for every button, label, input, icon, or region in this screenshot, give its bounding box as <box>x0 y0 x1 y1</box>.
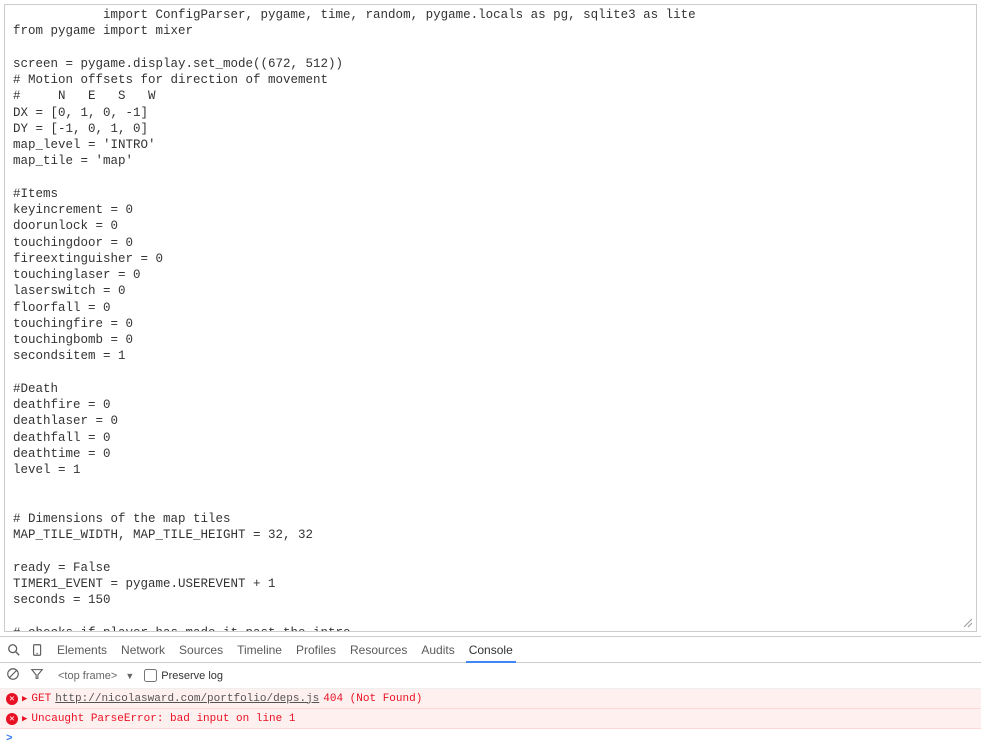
tab-resources[interactable]: Resources <box>347 643 410 657</box>
console-input[interactable] <box>19 733 975 745</box>
frame-selector-label: <top frame> <box>54 670 121 682</box>
preserve-log-control[interactable]: Preserve log <box>144 669 223 682</box>
preserve-log-label: Preserve log <box>161 670 223 682</box>
expand-arrow-icon[interactable]: ▶ <box>22 694 27 704</box>
devtools-tab-bar: Elements Network Sources Timeline Profil… <box>0 637 981 663</box>
chevron-down-icon: ▼ <box>125 671 134 681</box>
tab-elements[interactable]: Elements <box>54 643 110 657</box>
clear-console-icon[interactable] <box>6 667 20 684</box>
devtools-panel: Elements Network Sources Timeline Profil… <box>0 636 981 749</box>
code-textarea[interactable] <box>5 5 976 631</box>
error-message-text: Uncaught ParseError: bad input on line 1 <box>31 713 295 725</box>
code-editor-panel <box>4 4 977 632</box>
tab-sources[interactable]: Sources <box>176 643 226 657</box>
expand-arrow-icon[interactable]: ▶ <box>22 714 27 724</box>
error-icon: ✕ <box>6 693 18 705</box>
request-method: GET <box>31 693 51 705</box>
console-toolbar: <top frame> ▼ Preserve log <box>0 663 981 689</box>
request-url[interactable]: http://nicolasward.com/portfolio/deps.js <box>55 693 319 705</box>
tab-network[interactable]: Network <box>118 643 168 657</box>
search-icon[interactable] <box>6 642 22 658</box>
error-icon: ✕ <box>6 713 18 725</box>
frame-selector[interactable]: <top frame> ▼ <box>54 670 134 682</box>
device-icon[interactable] <box>30 642 46 658</box>
tab-audits[interactable]: Audits <box>418 643 457 657</box>
console-error-row[interactable]: ✕ ▶ Uncaught ParseError: bad input on li… <box>0 709 981 729</box>
request-status: 404 (Not Found) <box>323 693 422 705</box>
console-prompt-row[interactable]: > <box>0 729 981 749</box>
filter-icon[interactable] <box>30 667 44 684</box>
resize-grip-icon[interactable] <box>962 617 974 629</box>
tab-timeline[interactable]: Timeline <box>234 643 285 657</box>
console-messages: ✕ ▶ GET http://nicolasward.com/portfolio… <box>0 689 981 749</box>
tab-console[interactable]: Console <box>466 637 516 663</box>
tab-profiles[interactable]: Profiles <box>293 643 339 657</box>
prompt-chevron-icon: > <box>6 733 13 745</box>
preserve-log-checkbox[interactable] <box>144 669 157 682</box>
console-error-row[interactable]: ✕ ▶ GET http://nicolasward.com/portfolio… <box>0 689 981 709</box>
